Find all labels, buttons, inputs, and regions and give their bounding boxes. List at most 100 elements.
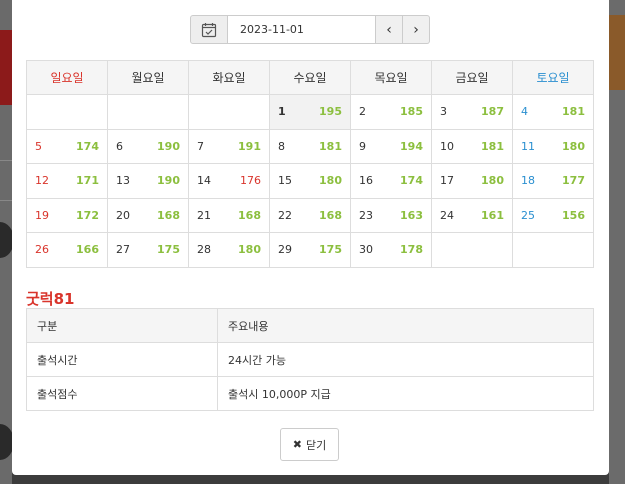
day-number: 15 [278, 174, 292, 188]
calendar-day-cell[interactable]: 21 168 [188, 197, 270, 233]
calendar-empty-cell [26, 94, 108, 130]
calendar-day-cell[interactable]: 12 171 [26, 163, 108, 199]
calendar-day-cell[interactable]: 24 161 [431, 197, 513, 233]
calendar-day-cell[interactable]: 25 156 [512, 197, 594, 233]
day-number: 4 [521, 105, 528, 119]
calendar-day-cell[interactable]: 19 172 [26, 197, 108, 233]
day-number: 11 [521, 139, 535, 153]
day-number: 9 [359, 139, 366, 153]
calendar-day-cell[interactable]: 2 185 [350, 94, 432, 130]
info-value: 24시간 가능 [217, 342, 594, 377]
calendar-day-cell[interactable]: 15 180 [269, 163, 351, 199]
calendar-day-cell[interactable]: 9 194 [350, 128, 432, 164]
calendar-day-cell[interactable]: 16 174 [350, 163, 432, 199]
attendance-count: 176 [240, 174, 261, 188]
calendar-empty-cell [188, 94, 270, 130]
day-number: 5 [35, 139, 42, 153]
day-number: 1 [278, 105, 286, 119]
weekday-monday: 월요일 [107, 60, 189, 95]
calendar-empty-cell [431, 232, 513, 268]
attendance-count: 161 [481, 208, 504, 222]
weekday-header-row: 일요일 월요일 화요일 수요일 목요일 금요일 토요일 [26, 60, 594, 95]
attendance-count: 175 [319, 243, 342, 257]
calendar-day-cell[interactable]: 1 195 [269, 94, 351, 130]
attendance-count: 178 [400, 243, 423, 257]
calendar-day-cell[interactable]: 28 180 [188, 232, 270, 268]
day-number: 24 [440, 208, 454, 222]
attendance-count: 166 [76, 243, 99, 257]
attendance-count: 180 [319, 174, 342, 188]
calendar-day-cell[interactable]: 7 191 [188, 128, 270, 164]
attendance-count: 181 [481, 139, 504, 153]
day-number: 16 [359, 174, 373, 188]
day-number: 6 [116, 139, 123, 153]
day-number: 25 [521, 208, 535, 222]
attendance-count: 191 [238, 139, 261, 153]
event-title: 굿럭81 [26, 290, 75, 308]
day-number: 17 [440, 174, 454, 188]
day-number: 30 [359, 243, 373, 257]
backdrop-right [609, 0, 625, 484]
date-input[interactable]: 2023-11-01 [228, 15, 376, 44]
calendar-empty-cell [512, 232, 594, 268]
next-month-button[interactable]: › [403, 15, 430, 44]
day-number: 2 [359, 105, 366, 119]
attendance-count: 175 [157, 243, 180, 257]
calendar-day-cell[interactable]: 27 175 [107, 232, 189, 268]
calendar-day-cell[interactable]: 29 175 [269, 232, 351, 268]
attendance-count: 174 [76, 139, 99, 153]
calendar-day-cell[interactable]: 23 163 [350, 197, 432, 233]
attendance-count: 172 [76, 208, 99, 222]
calendar-day-cell[interactable]: 13 190 [107, 163, 189, 199]
calendar-day-cell[interactable]: 17 180 [431, 163, 513, 199]
day-number: 26 [35, 243, 49, 257]
prev-month-button[interactable]: ‹ [376, 15, 403, 44]
day-number: 29 [278, 243, 292, 257]
attendance-count: 168 [238, 208, 261, 222]
day-number: 28 [197, 243, 211, 257]
calendar-day-cell[interactable]: 3 187 [431, 94, 513, 130]
attendance-count: 195 [319, 105, 342, 119]
info-row: 출석시간 24시간 가능 [26, 342, 594, 377]
calendar-week-row: 19 172 20 168 21 168 22 168 23 163 24 161 25 156 [26, 197, 594, 233]
calendar-day-cell[interactable]: 20 168 [107, 197, 189, 233]
calendar-day-cell[interactable]: 10 181 [431, 128, 513, 164]
day-number: 8 [278, 139, 285, 153]
calendar-day-cell[interactable]: 26 166 [26, 232, 108, 268]
calendar-day-cell[interactable]: 30 178 [350, 232, 432, 268]
attendance-count: 174 [400, 174, 423, 188]
calendar-day-cell[interactable]: 6 190 [107, 128, 189, 164]
info-header-row: 구분 주요내용 [26, 308, 594, 343]
day-number: 14 [197, 174, 211, 188]
calendar-day-cell[interactable]: 4 181 [512, 94, 594, 130]
calendar-day-cell[interactable]: 14 176 [188, 163, 270, 199]
calendar-day-cell[interactable]: 11 180 [512, 128, 594, 164]
calendar-week-row: 1 195 2 185 3 187 4 181 [26, 94, 594, 130]
attendance-count: 171 [76, 174, 99, 188]
weekday-thursday: 목요일 [350, 60, 432, 95]
info-value: 출석시 10,000P 지급 [217, 376, 594, 411]
attendance-count: 168 [157, 208, 180, 222]
attendance-count: 168 [319, 208, 342, 222]
close-button-label: 닫기 [305, 438, 327, 452]
day-number: 12 [35, 174, 49, 188]
attendance-calendar: 일요일 월요일 화요일 수요일 목요일 금요일 토요일 1 195 2 185 3 187… [26, 60, 594, 268]
day-number: 27 [116, 243, 130, 257]
day-number: 22 [278, 208, 292, 222]
day-number: 7 [197, 139, 204, 153]
day-number: 20 [116, 208, 130, 222]
calendar-day-cell[interactable]: 22 168 [269, 197, 351, 233]
calendar-day-cell[interactable]: 8 181 [269, 128, 351, 164]
info-row: 출석점수 출석시 10,000P 지급 [26, 376, 594, 411]
calendar-day-cell[interactable]: 5 174 [26, 128, 108, 164]
day-number: 19 [35, 208, 49, 222]
weekday-friday: 금요일 [431, 60, 513, 95]
event-info-table: 구분 주요내용 출석시간 24시간 가능 출석점수 출석시 10,000P 지급 [26, 308, 594, 411]
calendar-day-cell[interactable]: 18 177 [512, 163, 594, 199]
weekday-wednesday: 수요일 [269, 60, 351, 95]
close-button[interactable]: ✖ 닫기 [280, 428, 339, 461]
attendance-count: 181 [562, 105, 585, 119]
calendar-week-row: 12 171 13 190 14 176 15 180 16 174 17 180 18 177 [26, 163, 594, 199]
calendar-icon[interactable] [190, 15, 228, 44]
calendar-week-row: 5 174 6 190 7 191 8 181 9 194 10 181 11 180 [26, 128, 594, 164]
